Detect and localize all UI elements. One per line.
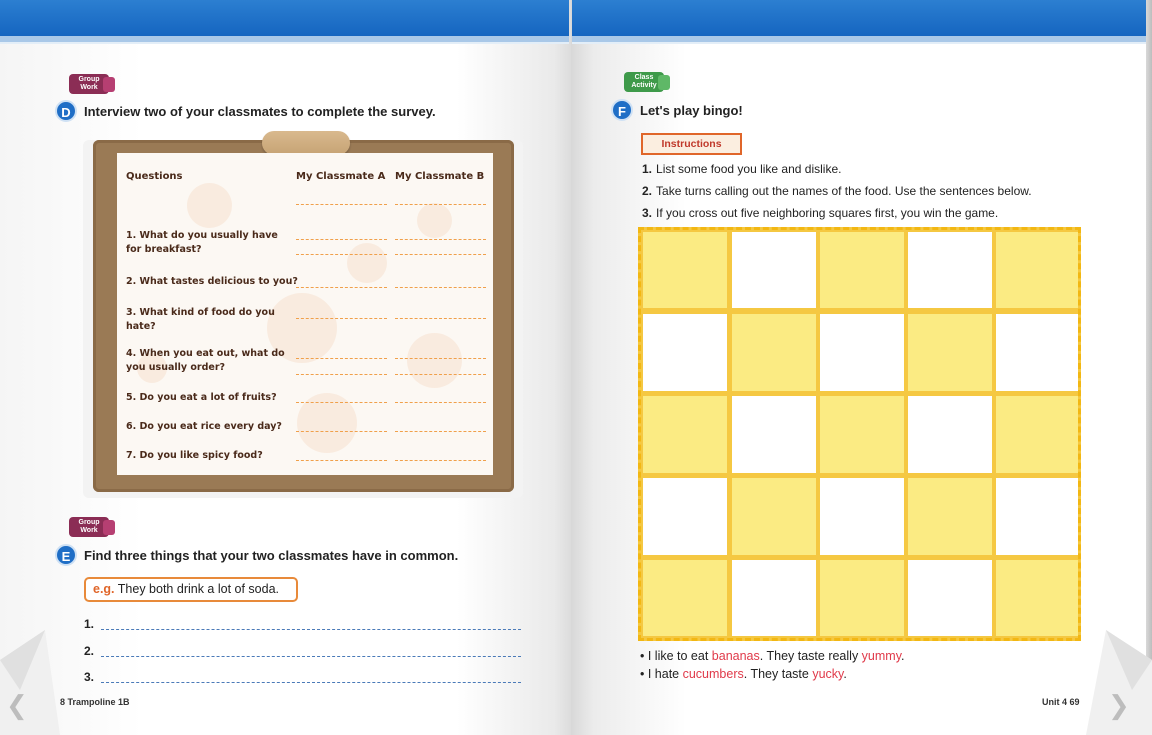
bingo-cell[interactable] [996,396,1078,473]
section-d-title: Interview two of your classmates to comp… [84,104,436,119]
line-number: 2. [84,644,95,658]
answer-line[interactable] [395,460,486,461]
answer-line[interactable] [296,239,387,240]
writing-line[interactable] [101,629,521,630]
survey-question: 1. What do you usually have for breakfas… [126,230,278,255]
bingo-cell[interactable] [732,314,816,391]
bingo-cell[interactable] [820,314,904,391]
instruction-item: 2. Take turns calling out the names of th… [642,184,1032,198]
survey-question: 6. Do you eat rice every day? [126,421,282,432]
writing-line[interactable] [101,682,521,683]
instruction-item: 1. List some food you like and dislike. [642,162,842,176]
answer-line[interactable] [296,460,387,461]
answer-line[interactable] [395,358,486,359]
column-questions: Questions [126,171,183,182]
answer-line[interactable] [395,204,486,205]
page-edge [1146,0,1152,735]
section-f-title: Let's play bingo! [640,103,743,118]
line-number: 1. [84,617,95,631]
answer-line[interactable] [395,431,486,432]
answer-line[interactable] [395,254,486,255]
bingo-cell[interactable] [643,478,727,555]
answer-line[interactable] [395,374,486,375]
survey-question: 4. When you eat out, what do you usually… [126,348,285,373]
bingo-cell[interactable] [732,560,816,636]
class-activity-badge: Class Activity [624,72,670,92]
section-e-marker: E [55,544,77,566]
bingo-cell[interactable] [908,396,992,473]
example-prefix: e.g. [93,582,115,596]
bingo-cell[interactable] [820,560,904,636]
bingo-cell[interactable] [732,478,816,555]
answer-line[interactable] [296,402,387,403]
bingo-cell[interactable] [643,396,727,473]
answer-line[interactable] [296,204,387,205]
left-header-edge [0,42,569,44]
bingo-cell[interactable] [996,560,1078,636]
line-number: 3. [84,670,95,684]
bingo-cell[interactable] [908,232,992,308]
instruction-item: 3. If you cross out five neighboring squa… [642,206,999,220]
answer-line[interactable] [395,318,486,319]
answer-line[interactable] [395,402,486,403]
bingo-cell[interactable] [820,396,904,473]
group-work-badge: Group Work [69,74,115,94]
survey-question: 3. What kind of food do you hate? [126,307,275,332]
example-box: e.g. They both drink a lot of soda. [84,577,298,602]
bingo-cell[interactable] [908,478,992,555]
column-classmate-a: My Classmate A [296,171,386,182]
writing-line[interactable] [101,656,521,657]
bingo-grid [638,227,1081,641]
right-page-footer: Unit 4 69 [1042,697,1080,707]
example-sentence: • I like to eat bananas. They taste real… [640,649,905,663]
example-text: They both drink a lot of soda. [117,582,280,596]
clipboard-clip [262,131,350,155]
example-sentence: • I hate cucumbers. They taste yucky. [640,667,847,681]
left-page-footer: 8 Trampoline 1B [60,697,130,707]
answer-line[interactable] [395,239,486,240]
section-e-title: Find three things that your two classmat… [84,548,459,563]
survey-question: 7. Do you like spicy food? [126,450,263,461]
bingo-cell[interactable] [996,314,1078,391]
answer-line[interactable] [296,358,387,359]
bingo-cell[interactable] [996,478,1078,555]
right-header-edge [572,42,1146,44]
bingo-cell[interactable] [643,314,727,391]
survey-question: 5. Do you eat a lot of fruits? [126,392,277,403]
bingo-cell[interactable] [820,232,904,308]
instructions-label: Instructions [641,133,742,155]
bingo-cell[interactable] [820,478,904,555]
answer-line[interactable] [296,318,387,319]
group-work-badge: Group Work [69,517,115,537]
survey-question: 2. What tastes delicious to you? [126,276,298,287]
answer-line[interactable] [296,431,387,432]
section-d-marker: D [55,100,77,122]
bingo-cell[interactable] [908,560,992,636]
answer-line[interactable] [296,254,387,255]
next-page-arrow-icon[interactable]: ❯ [1108,690,1130,721]
bingo-cell[interactable] [996,232,1078,308]
answer-line[interactable] [296,374,387,375]
left-header-bar [0,0,569,36]
bingo-cell[interactable] [643,232,727,308]
bingo-cell[interactable] [732,396,816,473]
bingo-cell[interactable] [732,232,816,308]
previous-page-arrow-icon[interactable]: ❮ [6,690,28,721]
answer-line[interactable] [395,287,486,288]
answer-line[interactable] [296,287,387,288]
column-classmate-b: My Classmate B [395,171,485,182]
bingo-cell[interactable] [908,314,992,391]
right-header-bar [572,0,1146,36]
section-f-marker: F [611,99,633,121]
bingo-cell[interactable] [643,560,727,636]
